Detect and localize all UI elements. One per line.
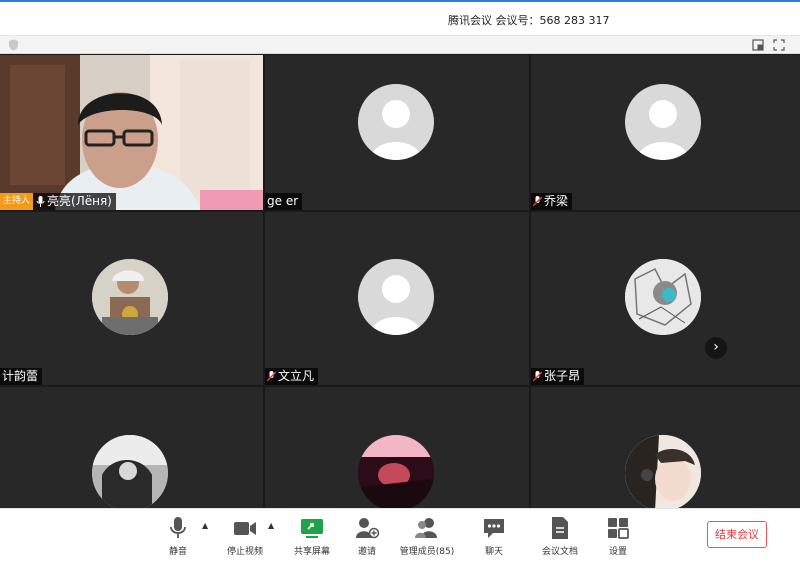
participant-label: 乔梁 <box>531 193 573 210</box>
mic-muted-icon <box>533 196 542 207</box>
stop-video-button[interactable]: 停止视频 <box>224 515 266 565</box>
video-tile[interactable]: ge er <box>265 55 529 210</box>
video-tile[interactable]: 计韵蕾 <box>0 212 263 385</box>
video-tile[interactable] <box>265 387 529 508</box>
next-page-arrow-icon[interactable]: › <box>705 337 727 359</box>
share-screen-label: 共享屏幕 <box>293 547 330 557</box>
video-tile[interactable] <box>531 387 800 508</box>
participant-name: 张子昂 <box>544 369 581 383</box>
invite-button[interactable]: 邀请 <box>350 515 384 565</box>
settings-grid-icon <box>608 518 629 539</box>
participant-label: 主持人 亮亮(Лёня) <box>0 193 116 210</box>
participant-name: 亮亮(Лёня) <box>47 194 112 208</box>
settings-button[interactable]: 设置 <box>602 515 634 565</box>
mic-on-icon <box>36 196 45 207</box>
chat-bubble-icon <box>484 519 504 538</box>
participant-name: 计韵蕾 <box>2 369 39 383</box>
members-icon <box>415 518 437 538</box>
stop-video-label: 停止视频 <box>226 547 263 557</box>
chat-label: 聊天 <box>484 547 503 557</box>
video-tile[interactable]: 乔梁 <box>531 55 800 210</box>
popout-window-icon[interactable] <box>751 38 765 52</box>
photo-avatar <box>625 259 701 335</box>
invite-label: 邀请 <box>357 547 376 557</box>
chat-button[interactable]: 聊天 <box>478 515 510 565</box>
mute-options-caret-icon[interactable]: ▲ <box>202 521 208 530</box>
control-bar: 静音 ▲ 停止视频 ▲ 共享屏幕 邀请 管理成员(85) 聊天 会议文档 设置 … <box>0 508 800 565</box>
video-tile-host[interactable]: 主持人 亮亮(Лёня) <box>0 55 263 210</box>
photo-avatar <box>358 435 434 508</box>
video-tile[interactable]: 张子昂 <box>531 212 800 385</box>
meeting-title: 腾讯会议 会议号：568 283 317 <box>448 14 610 27</box>
video-grid: 主持人 亮亮(Лёня) ge er 乔梁 计韵蕾 文立凡 张子昂 › <box>0 54 800 508</box>
settings-label: 设置 <box>608 547 627 557</box>
photo-avatar <box>92 259 168 335</box>
share-screen-button[interactable]: 共享屏幕 <box>292 515 332 565</box>
participant-label: 张子昂 <box>531 368 585 385</box>
add-user-icon <box>356 518 380 539</box>
video-tile[interactable] <box>0 387 263 508</box>
manage-members-label: 管理成员(85) <box>399 547 455 557</box>
photo-avatar <box>625 435 701 508</box>
document-icon <box>552 517 568 539</box>
shield-icon <box>9 39 18 51</box>
microphone-icon <box>170 517 186 538</box>
manage-members-button[interactable]: 管理成员(85) <box>398 515 456 565</box>
mic-muted-icon <box>533 371 542 382</box>
fullscreen-icon[interactable] <box>772 38 786 52</box>
mute-label: 静音 <box>168 547 187 557</box>
default-avatar-icon <box>358 259 434 335</box>
default-avatar-icon <box>625 84 701 160</box>
participant-label: ge er <box>265 193 303 210</box>
video-options-caret-icon[interactable]: ▲ <box>268 521 274 530</box>
host-badge: 主持人 <box>0 193 34 210</box>
participant-label: 文立凡 <box>265 368 319 385</box>
end-meeting-button[interactable]: 结束会议 <box>707 521 767 548</box>
participant-name: ge er <box>267 194 299 208</box>
camera-feed <box>0 55 263 210</box>
top-toolbar <box>0 36 800 54</box>
photo-avatar <box>92 435 168 508</box>
participant-label: 计韵蕾 <box>0 368 43 385</box>
video-camera-icon <box>234 522 256 535</box>
share-screen-icon <box>301 519 323 538</box>
video-tile[interactable]: 文立凡 <box>265 212 529 385</box>
mic-muted-icon <box>267 371 276 382</box>
participant-name: 文立凡 <box>278 369 315 383</box>
default-avatar-icon <box>358 84 434 160</box>
title-bar: 腾讯会议 会议号：568 283 317 <box>0 2 800 36</box>
meeting-docs-label: 会议文档 <box>541 547 578 557</box>
meeting-docs-button[interactable]: 会议文档 <box>538 515 582 565</box>
participant-name: 乔梁 <box>544 194 569 208</box>
meeting-window: 腾讯会议 会议号：568 283 317 主持人 亮亮(Лёня) ge er … <box>0 0 800 565</box>
mute-button[interactable]: 静音 <box>162 515 194 565</box>
